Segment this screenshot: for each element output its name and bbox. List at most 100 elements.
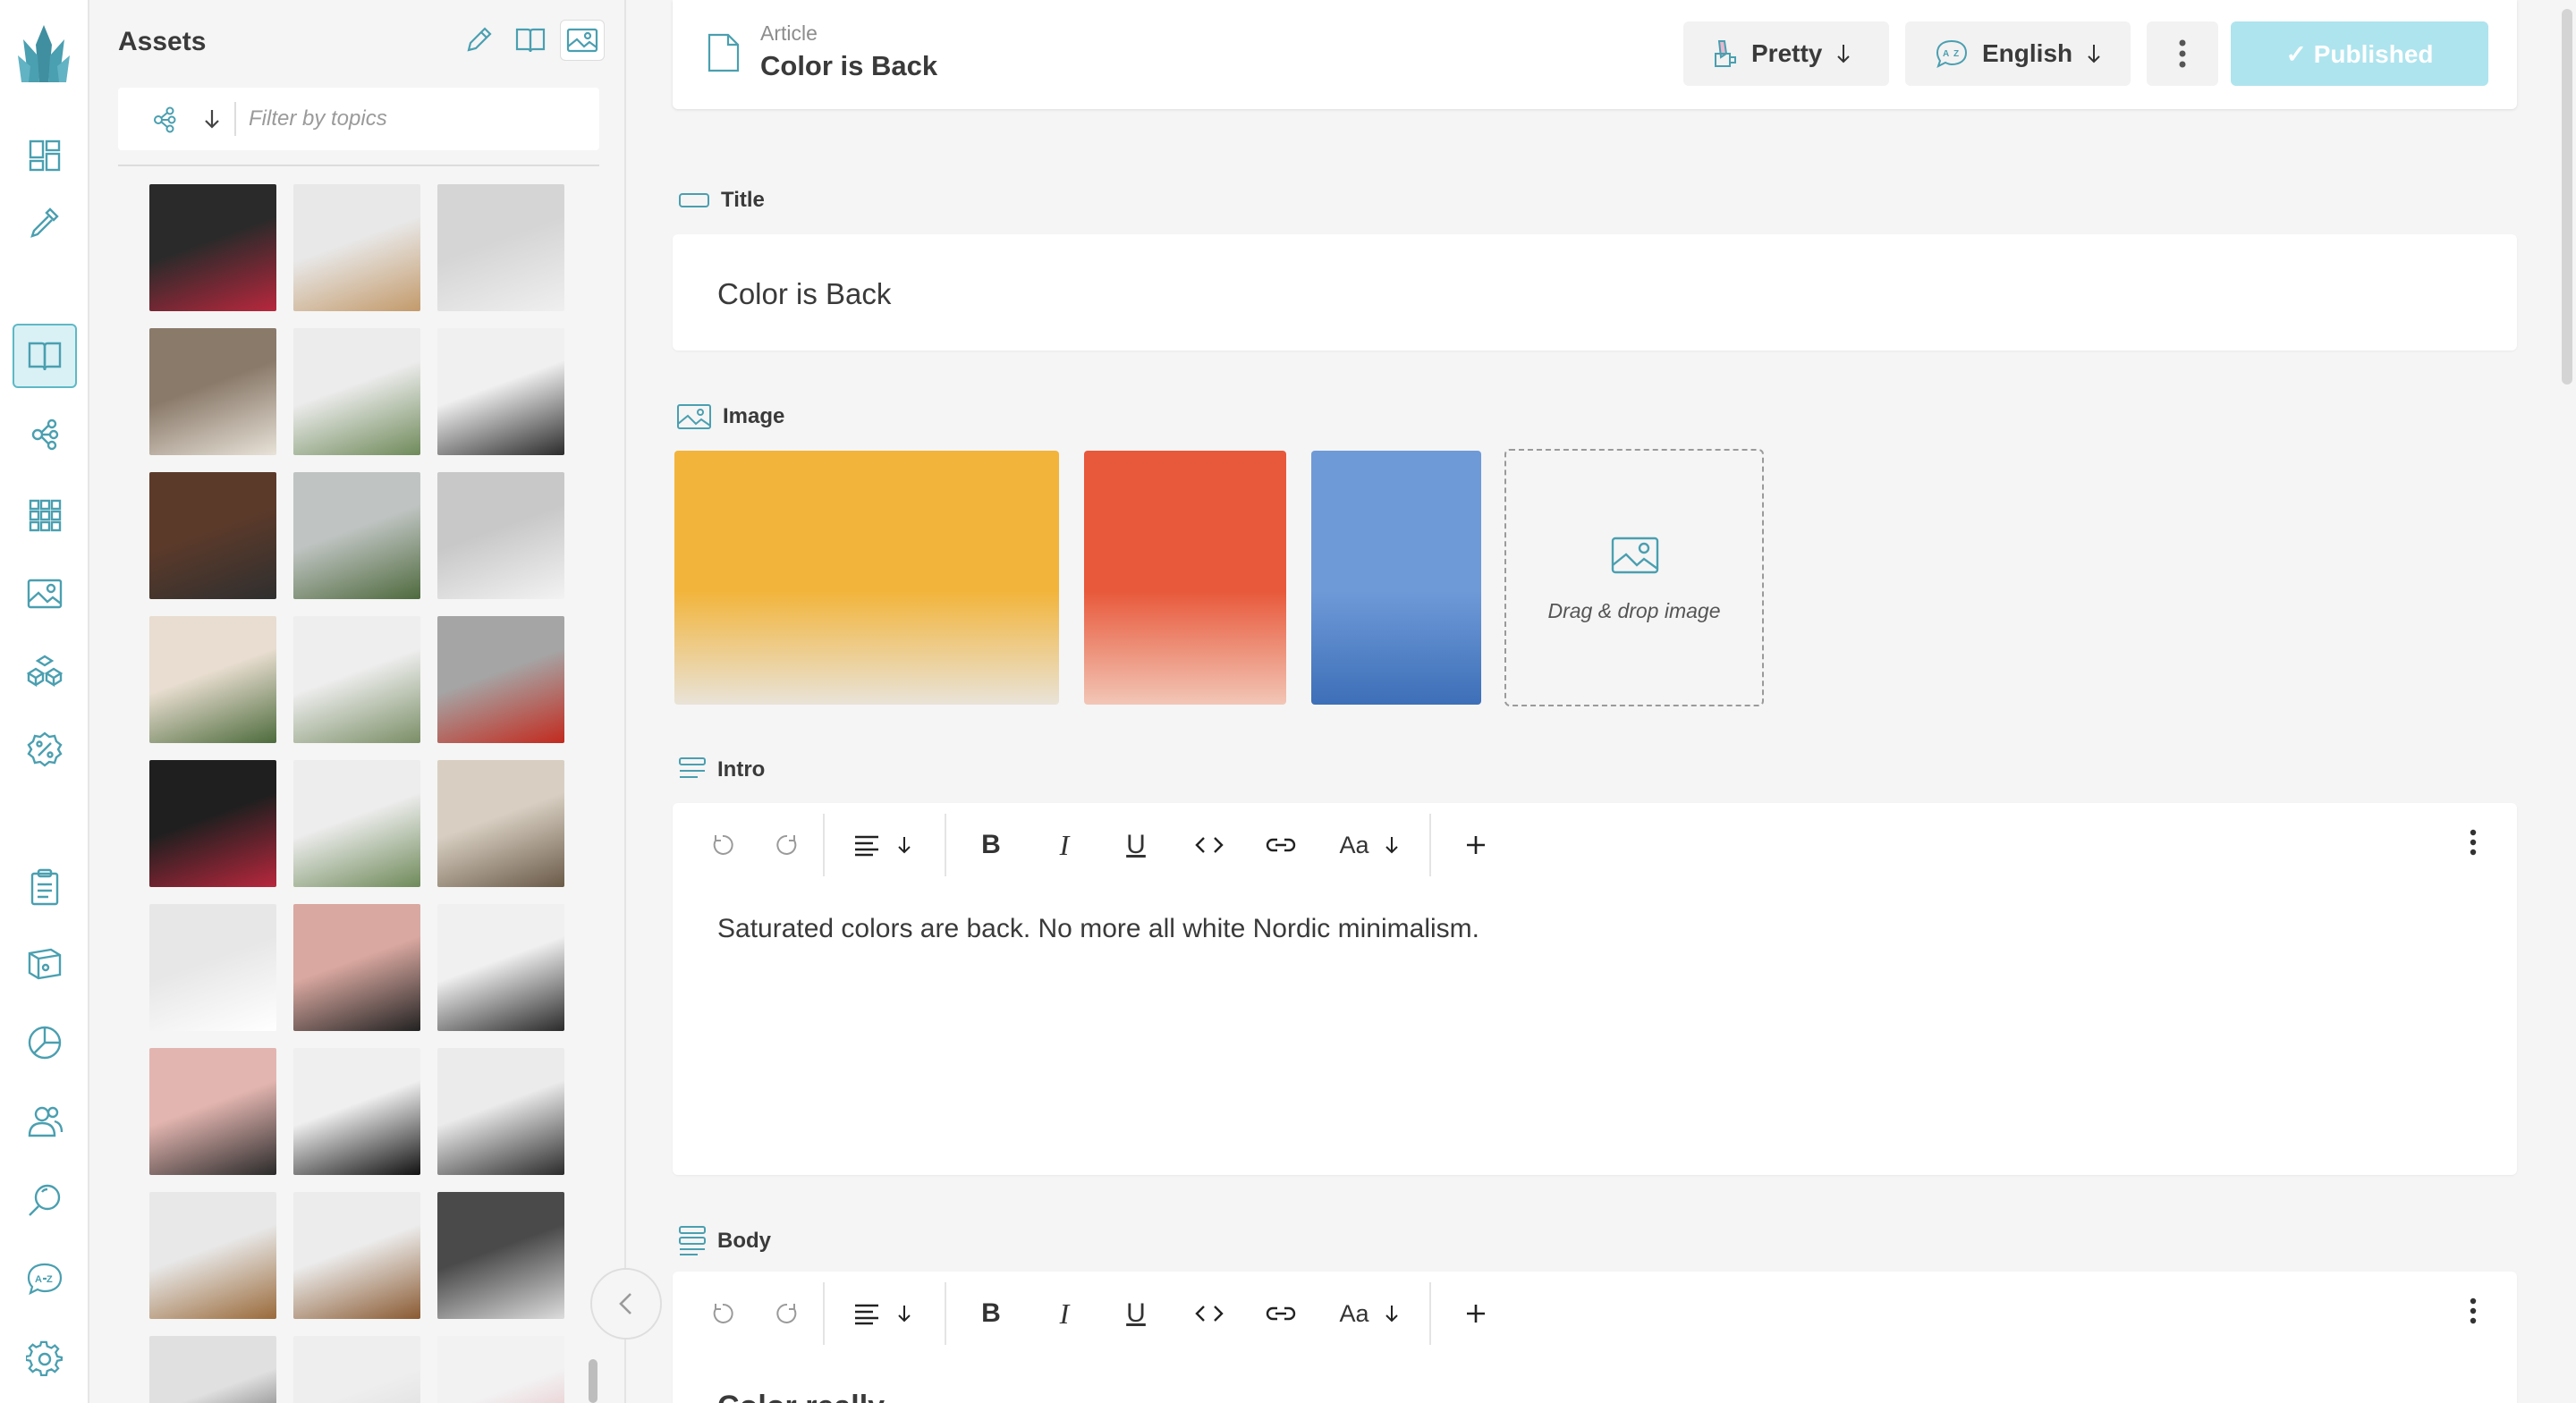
filter-topics-input[interactable] xyxy=(249,100,580,138)
asset-thumbnail-white-shell-chair[interactable] xyxy=(437,184,564,311)
collapse-panel-button[interactable] xyxy=(590,1268,662,1340)
asset-thumbnail-nesting-tables[interactable] xyxy=(293,1192,420,1319)
asset-thumbnail-plant-white-chair[interactable] xyxy=(293,328,420,455)
intro-more-options[interactable] xyxy=(2469,828,2478,857)
more-vertical-icon xyxy=(2179,39,2186,68)
image-icon[interactable] xyxy=(21,570,68,617)
asset-thumbnail-rattan-chair[interactable] xyxy=(149,616,276,743)
blue-tiles-image[interactable] xyxy=(1311,451,1481,705)
toolbar-divider xyxy=(823,814,825,876)
asset-thumbnail-vase-interior[interactable] xyxy=(437,760,564,887)
underline-icon: U xyxy=(1126,830,1146,859)
undo-button[interactable] xyxy=(705,1295,741,1332)
topics-filter-icon[interactable] xyxy=(150,106,177,134)
edit-pencil-button[interactable] xyxy=(456,20,501,61)
body-more-options[interactable] xyxy=(2469,1297,2478,1325)
language-dropdown[interactable]: AZ English xyxy=(1905,21,2131,86)
align-dropdown[interactable] xyxy=(843,826,923,864)
insert-button[interactable] xyxy=(1458,1295,1494,1332)
page-scrollbar[interactable] xyxy=(2558,0,2576,1403)
asset-thumbnail-plant-chair-2[interactable] xyxy=(293,760,420,887)
link-button[interactable] xyxy=(1261,826,1301,864)
font-size-dropdown[interactable]: Aa xyxy=(1329,1295,1410,1332)
clipboard-icon[interactable] xyxy=(21,864,68,910)
asset-thumbnail-art-frame[interactable] xyxy=(437,1336,564,1403)
analytics-icon[interactable] xyxy=(21,1019,68,1066)
asset-thumbnail-dried-flowers[interactable] xyxy=(149,1336,276,1403)
dashboard-icon[interactable] xyxy=(21,132,68,179)
grid-icon[interactable] xyxy=(21,492,68,538)
asset-thumbnail-bathroom-vanity[interactable] xyxy=(149,904,276,1031)
topics-icon[interactable] xyxy=(21,411,68,458)
bold-button[interactable]: B xyxy=(973,826,1009,864)
translate-icon[interactable]: AZ xyxy=(21,1255,68,1302)
redo-button[interactable] xyxy=(769,1295,805,1332)
orange-toilet-paper-image[interactable] xyxy=(1084,451,1286,705)
more-options-button[interactable] xyxy=(2147,21,2218,86)
body-field-label: Body xyxy=(678,1225,771,1257)
code-button[interactable] xyxy=(1190,826,1229,864)
book-view-button[interactable] xyxy=(508,20,553,61)
asset-thumbnail-black-armchair[interactable] xyxy=(149,472,276,599)
asset-thumbnail-vases-shelf[interactable] xyxy=(149,328,276,455)
percent-icon[interactable] xyxy=(21,726,68,773)
asset-thumbnail-dining-table[interactable] xyxy=(437,904,564,1031)
assets-panel: Assets xyxy=(91,0,626,1403)
asset-thumbnail-pink-bathroom[interactable] xyxy=(293,904,420,1031)
italic-icon: I xyxy=(1059,1297,1070,1330)
image-dropzone[interactable]: Drag & drop image xyxy=(1504,449,1764,706)
svg-text:Z: Z xyxy=(1953,49,1959,59)
image-view-button[interactable] xyxy=(560,20,605,61)
asset-thumbnail-black-table[interactable] xyxy=(293,1048,420,1175)
language-label: English xyxy=(1982,39,2073,67)
published-status-button[interactable]: ✓ Published xyxy=(2231,21,2488,86)
align-left-icon xyxy=(855,1304,878,1325)
box-icon[interactable] xyxy=(21,941,68,987)
arrow-down-icon xyxy=(1837,45,1851,63)
asset-thumbnail-white-chair-grey[interactable] xyxy=(437,472,564,599)
app-logo[interactable] xyxy=(16,20,72,88)
asset-thumbnail-red-lounge-chair[interactable] xyxy=(149,184,276,311)
insert-button[interactable] xyxy=(1458,826,1494,864)
asset-thumbnail-plant-chair-light[interactable] xyxy=(293,616,420,743)
title-value[interactable]: Color is Back xyxy=(717,277,891,311)
intro-text[interactable]: Saturated colors are back. No more all w… xyxy=(717,914,1479,944)
book-icon[interactable] xyxy=(13,324,77,388)
style-dropdown[interactable]: Pretty xyxy=(1683,21,1889,86)
title-field-label: Title xyxy=(678,188,765,213)
asset-thumbnail-red-sofa[interactable] xyxy=(437,616,564,743)
body-text[interactable]: Color really xyxy=(717,1390,885,1403)
asset-thumbnail-pink-shelf[interactable] xyxy=(149,1048,276,1175)
boxes-icon[interactable] xyxy=(21,647,68,694)
underline-button[interactable]: U xyxy=(1118,1295,1154,1332)
asset-thumbnail-red-lounge-chair-2[interactable] xyxy=(149,760,276,887)
redo-button[interactable] xyxy=(769,826,805,864)
asset-thumbnail-black-chair-window[interactable] xyxy=(437,328,564,455)
link-button[interactable] xyxy=(1261,1295,1301,1332)
users-icon[interactable] xyxy=(21,1098,68,1145)
asset-thumbnail-wood-side-table[interactable] xyxy=(149,1192,276,1319)
italic-button[interactable]: I xyxy=(1046,1295,1082,1332)
align-dropdown[interactable] xyxy=(843,1295,923,1332)
underline-button[interactable]: U xyxy=(1118,826,1154,864)
code-button[interactable] xyxy=(1190,1295,1229,1332)
bold-button[interactable]: B xyxy=(973,1295,1009,1332)
asset-thumbnail-bedroom[interactable] xyxy=(437,1192,564,1319)
page-scrollbar-thumb[interactable] xyxy=(2562,9,2572,385)
yellow-cafe-image[interactable] xyxy=(674,451,1059,705)
asset-thumbnail-dining-set[interactable] xyxy=(437,1048,564,1175)
assets-scrollbar[interactable] xyxy=(589,1359,597,1403)
italic-button[interactable]: I xyxy=(1046,826,1082,864)
font-size-dropdown[interactable]: Aa xyxy=(1329,826,1410,864)
title-field[interactable]: Color is Back xyxy=(673,234,2517,351)
pipette-icon[interactable] xyxy=(21,199,68,245)
asset-thumbnail-white-chair-wood-floor[interactable] xyxy=(293,184,420,311)
search-icon[interactable] xyxy=(21,1177,68,1223)
asset-thumbnail-white-chair-plant[interactable] xyxy=(293,472,420,599)
sort-arrow-icon[interactable] xyxy=(202,107,222,131)
asset-thumbnail-white-shelf[interactable] xyxy=(293,1336,420,1403)
code-icon xyxy=(1195,837,1224,853)
gear-icon[interactable] xyxy=(21,1336,68,1382)
arrow-down-icon xyxy=(898,837,911,854)
undo-button[interactable] xyxy=(705,826,741,864)
